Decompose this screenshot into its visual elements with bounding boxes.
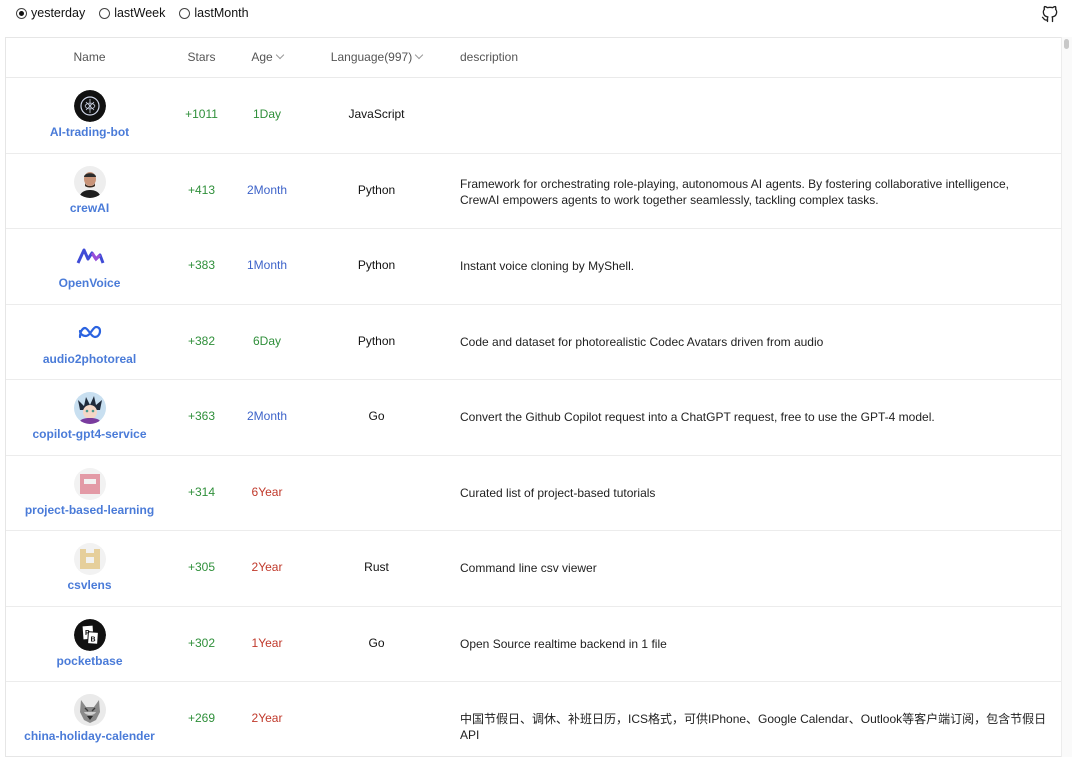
stars-value: +382 [187, 333, 216, 348]
repo-cell: AI-trading-bot [6, 90, 173, 139]
age-value: 2Year [251, 560, 283, 574]
description-text: Command line csv viewer [460, 561, 597, 575]
repo-cell: china-holiday-calender [6, 694, 173, 743]
age-value: 6Day [252, 333, 281, 348]
radio-lastmonth[interactable]: lastMonth [179, 6, 249, 20]
repo-avatar-icon[interactable] [73, 241, 106, 273]
repo-avatar-icon[interactable] [73, 316, 106, 349]
radio-label: lastMonth [194, 6, 249, 20]
stars-value: +305 [187, 560, 216, 574]
repo-link[interactable]: pocketbase [6, 654, 173, 668]
description-text: Code and dataset for photorealistic Code… [460, 334, 824, 349]
table-body: AI-trading-bot +1011 1Day JavaScript crewAI +… [6, 78, 1071, 756]
radio-yesterday[interactable]: yesterday [16, 6, 85, 20]
language-value: Rust [364, 560, 389, 574]
language-value: Go [368, 409, 385, 423]
language-value: Python [357, 182, 396, 197]
vertical-scrollbar[interactable] [1061, 37, 1072, 757]
description-text: Framework for orchestrating role-playing… [460, 176, 1009, 207]
repo-cell: csvlens [6, 543, 173, 592]
description-text: Instant voice cloning by MyShell. [460, 259, 635, 273]
repo-link[interactable]: csvlens [6, 578, 173, 592]
svg-text:B: B [90, 636, 95, 643]
repo-link[interactable]: project-based-learning [6, 503, 173, 517]
column-header-stars: Stars [187, 50, 216, 64]
table-row[interactable]: china-holiday-calender +269 2Year 中国节假日、调休、… [6, 682, 1071, 756]
svg-text:P: P [85, 630, 90, 637]
table-row[interactable]: OpenVoice +383 1Month Python Instant voice c… [6, 229, 1071, 305]
repo-avatar-icon[interactable] [73, 694, 106, 726]
radio-lastweek[interactable]: lastWeek [99, 6, 165, 20]
language-value: Go [368, 635, 385, 650]
column-header-language[interactable]: Language(997) [324, 38, 429, 77]
repo-cell: crewAI [6, 165, 173, 215]
age-value: 6Year [251, 484, 283, 499]
radio-label: lastWeek [114, 6, 166, 20]
age-value: 2Month [246, 182, 288, 197]
repo-avatar-icon[interactable] [73, 392, 106, 424]
column-header-name: Name [73, 50, 106, 64]
radio-label: yesterday [31, 6, 86, 20]
table-header: Name Stars Age Language(997) description [6, 38, 1071, 78]
top-bar: yesterday lastWeek lastMonth [0, 0, 1080, 30]
repo-avatar-icon[interactable] [73, 90, 106, 122]
trending-repos-table: Name Stars Age Language(997) description… [5, 37, 1071, 757]
repo-avatar-icon[interactable] [73, 165, 106, 198]
stars-value: +314 [187, 484, 216, 499]
table-row[interactable]: csvlens +305 2Year Rust Command line csv vie… [6, 531, 1071, 607]
stars-value: +269 [187, 711, 216, 725]
repo-cell: P Bpocketbase [6, 618, 173, 668]
age-value: 1Day [252, 107, 281, 121]
column-header-description: description [460, 50, 519, 64]
repo-cell: audio2photoreal [6, 316, 173, 366]
radio-button-checked[interactable] [16, 7, 27, 19]
age-value: 2Year [251, 711, 283, 725]
description-text: Convert the Github Copilot request into … [460, 410, 935, 424]
age-value: 1Year [251, 635, 283, 650]
column-header-language-label: Language(997) [330, 50, 413, 64]
repo-avatar-icon[interactable] [73, 467, 106, 500]
language-value: JavaScript [348, 107, 405, 121]
table-row[interactable]: AI-trading-bot +1011 1Day JavaScript [6, 78, 1071, 154]
chevron-down-icon[interactable] [414, 50, 424, 60]
language-value: Python [357, 333, 396, 348]
repo-link[interactable]: china-holiday-calender [6, 729, 173, 743]
repo-avatar-icon[interactable]: PB [73, 618, 106, 651]
stars-value: +1011 [185, 107, 218, 121]
age-value: 2Month [246, 409, 288, 423]
repo-avatar-icon[interactable] [73, 543, 106, 575]
table-row[interactable]: copilot-gpt4-service +363 2Month Go Convert … [6, 380, 1071, 456]
repo-cell: copilot-gpt4-service [6, 392, 173, 441]
description-text: Open Source realtime backend in 1 file [460, 636, 667, 651]
repo-link[interactable]: copilot-gpt4-service [6, 427, 173, 441]
stars-value: +363 [187, 409, 216, 423]
stars-value: +383 [187, 258, 216, 272]
language-value: Python [357, 258, 396, 272]
description-text: 中国节假日、调休、补班日历，ICS格式，可供IPhone、Google Cale… [460, 712, 1047, 742]
radio-button[interactable] [179, 7, 191, 19]
radio-button[interactable] [99, 7, 111, 19]
time-range-radio-group: yesterday lastWeek lastMonth [16, 6, 263, 20]
table-row[interactable]: crewAI +413 2Month Python Framework for orch… [6, 154, 1071, 229]
description-text: Curated list of project-based tutorials [460, 485, 656, 500]
repo-link[interactable]: AI-trading-bot [6, 125, 173, 139]
stars-value: +302 [187, 635, 216, 650]
age-value: 1Month [246, 258, 288, 272]
repo-link[interactable]: crewAI [6, 201, 173, 215]
repo-cell: project-based-learning [6, 467, 173, 517]
repo-cell: OpenVoice [6, 241, 173, 290]
github-icon[interactable] [1040, 4, 1060, 24]
table-row[interactable]: project-based-learning +314 6Year Curated l… [6, 456, 1071, 531]
stars-value: +413 [187, 182, 216, 197]
repo-link[interactable]: OpenVoice [6, 276, 173, 290]
repo-link[interactable]: audio2photoreal [6, 352, 173, 366]
table-row[interactable]: audio2photoreal +382 6Day Python Code and da… [6, 305, 1071, 380]
scrollbar-thumb[interactable] [1064, 39, 1069, 49]
chevron-down-icon[interactable] [275, 50, 284, 60]
column-header-age-label: Age [251, 50, 273, 64]
table-row[interactable]: P Bpocketbase +302 1Year Go Open Source realt… [6, 607, 1071, 682]
column-header-age[interactable]: Age [246, 38, 288, 77]
